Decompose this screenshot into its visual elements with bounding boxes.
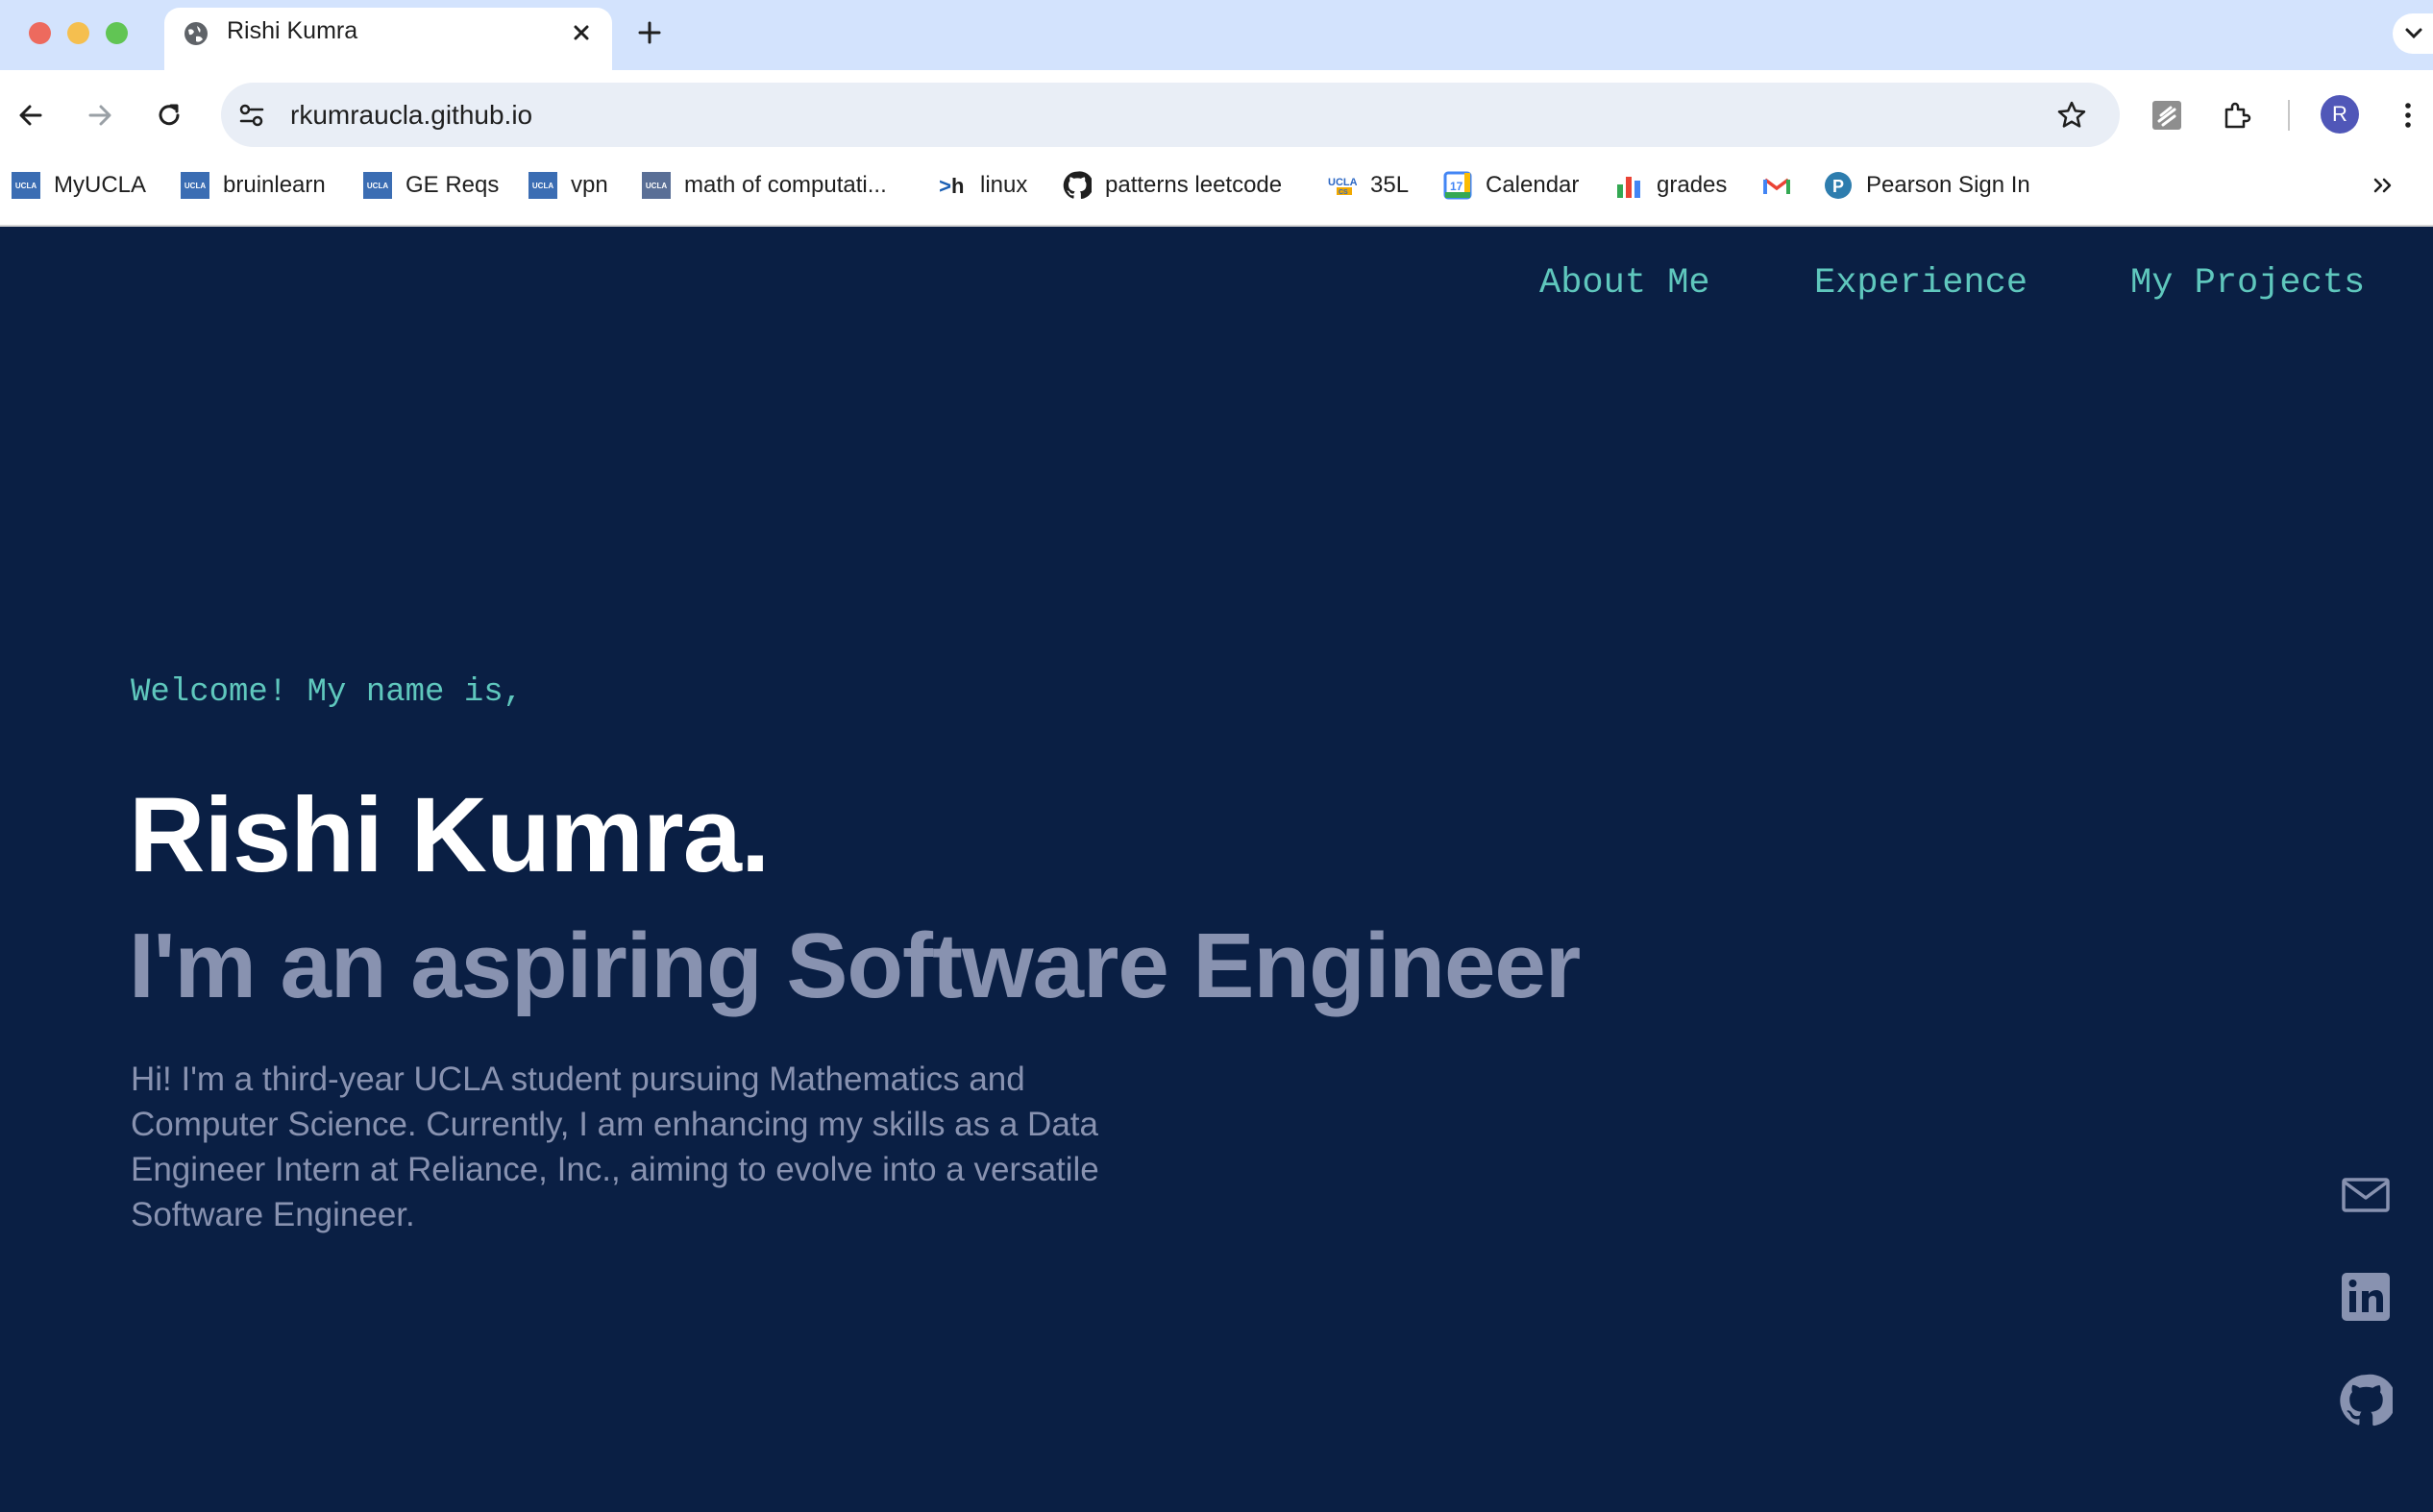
svg-text:h: h bbox=[951, 174, 964, 198]
tab-title: Rishi Kumra bbox=[227, 17, 358, 44]
bookmark-label: MyUCLA bbox=[54, 172, 147, 198]
svg-text:P: P bbox=[1832, 177, 1844, 196]
bookmark-calendar[interactable]: 17 Calendar bbox=[1443, 163, 1579, 207]
bookmark-label: math of computati... bbox=[684, 172, 887, 198]
tab-strip: Rishi Kumra bbox=[0, 0, 2433, 70]
forward-icon[interactable] bbox=[83, 98, 117, 133]
terminal-h-icon: > h bbox=[938, 171, 967, 200]
gmail-icon bbox=[1762, 171, 1791, 200]
bookmark-label: bruinlearn bbox=[223, 172, 326, 198]
more-menu-icon[interactable] bbox=[2391, 98, 2425, 133]
hero-bio: Hi! I'm a third-year UCLA student pursui… bbox=[131, 1061, 1099, 1233]
extension-tool-icon[interactable] bbox=[2150, 98, 2184, 133]
more-bookmarks-icon[interactable] bbox=[2368, 170, 2398, 201]
github-icon bbox=[1063, 171, 1092, 200]
ucla-icon: UCLA bbox=[528, 171, 557, 200]
bookmark-label: vpn bbox=[571, 172, 608, 198]
extensions-puzzle-icon[interactable] bbox=[2220, 98, 2254, 133]
bookmark-label: Pearson Sign In bbox=[1866, 172, 2030, 198]
maximize-window-button[interactable] bbox=[106, 22, 128, 44]
toolbar-divider bbox=[2288, 100, 2290, 131]
bookmark-label: 35L bbox=[1370, 172, 1410, 198]
svg-text:UCLA: UCLA bbox=[1328, 177, 1357, 188]
tab-search-button[interactable] bbox=[2393, 13, 2433, 54]
minimize-window-button[interactable] bbox=[67, 22, 89, 44]
portfolio-page: About Me Experience My Projects Welcome!… bbox=[0, 227, 2433, 1512]
bookmark-label: Calendar bbox=[1486, 172, 1580, 198]
nav-about-me[interactable]: About Me bbox=[1539, 263, 1710, 304]
bookmark-35l[interactable]: UCLA CS 35L bbox=[1328, 163, 1409, 207]
bar-chart-icon bbox=[1614, 171, 1643, 200]
calendar-icon: 17 bbox=[1443, 171, 1472, 200]
close-tab-icon[interactable] bbox=[567, 18, 596, 47]
bookmark-label: linux bbox=[980, 172, 1028, 198]
ucla-icon: UCLA bbox=[363, 171, 392, 200]
ucla-icon: UCLA bbox=[642, 171, 671, 200]
ucla-icon: UCLA bbox=[12, 171, 40, 200]
site-settings-icon[interactable] bbox=[234, 98, 269, 133]
bookmark-linux[interactable]: > h linux bbox=[938, 163, 1027, 207]
ucla-icon: UCLA bbox=[181, 171, 209, 200]
bookmark-gmail[interactable] bbox=[1762, 163, 1805, 207]
svg-text:CS: CS bbox=[1339, 189, 1348, 196]
bookmark-ge-reqs[interactable]: UCLA GE Reqs bbox=[363, 163, 499, 207]
nav-my-projects[interactable]: My Projects bbox=[2130, 263, 2365, 304]
github-icon[interactable] bbox=[2339, 1374, 2393, 1427]
ucla-cs-icon: UCLA CS bbox=[1328, 171, 1357, 200]
close-window-button[interactable] bbox=[29, 22, 51, 44]
hero-name: Rishi Kumra. bbox=[129, 776, 770, 894]
browser-chrome: Rishi Kumra rkumraucla.github.io R UCLA … bbox=[0, 0, 2433, 227]
bookmark-label: GE Reqs bbox=[406, 172, 500, 198]
linkedin-icon[interactable] bbox=[2339, 1270, 2393, 1324]
url-text: rkumraucla.github.io bbox=[290, 100, 533, 130]
bookmark-pearson-sign-in[interactable]: P Pearson Sign In bbox=[1824, 163, 2030, 207]
bookmark-bruinlearn[interactable]: UCLA bruinlearn bbox=[181, 163, 326, 207]
bookmark-grades[interactable]: grades bbox=[1614, 163, 1727, 207]
profile-avatar[interactable]: R bbox=[2321, 95, 2359, 134]
globe-icon bbox=[184, 22, 208, 45]
svg-text:17: 17 bbox=[1450, 180, 1463, 193]
bookmark-myucla[interactable]: UCLA MyUCLA bbox=[12, 163, 146, 207]
bookmarks-bar: UCLA MyUCLA UCLA bruinlearn UCLA GE Reqs… bbox=[0, 163, 2433, 207]
hero-tagline: I'm an aspiring Software Engineer bbox=[129, 915, 1581, 1017]
svg-text:>: > bbox=[939, 176, 951, 200]
bookmark-label: grades bbox=[1657, 172, 1728, 198]
new-tab-icon[interactable] bbox=[634, 17, 665, 48]
mail-icon[interactable] bbox=[2339, 1168, 2393, 1222]
bookmark-label: patterns leetcode bbox=[1105, 172, 1283, 198]
chevron-down-icon bbox=[2405, 28, 2422, 39]
back-icon[interactable] bbox=[13, 98, 48, 133]
reload-icon[interactable] bbox=[152, 98, 186, 133]
bookmark-math-of-computation[interactable]: UCLA math of computati... bbox=[642, 163, 887, 207]
bookmark-star-icon[interactable] bbox=[2054, 98, 2089, 133]
welcome-text: Welcome! My name is, bbox=[131, 674, 524, 711]
bookmark-vpn[interactable]: UCLA vpn bbox=[528, 163, 608, 207]
bookmark-patterns-leetcode[interactable]: patterns leetcode bbox=[1063, 163, 1282, 207]
pearson-icon: P bbox=[1824, 171, 1853, 200]
nav-experience[interactable]: Experience bbox=[1814, 263, 2028, 304]
